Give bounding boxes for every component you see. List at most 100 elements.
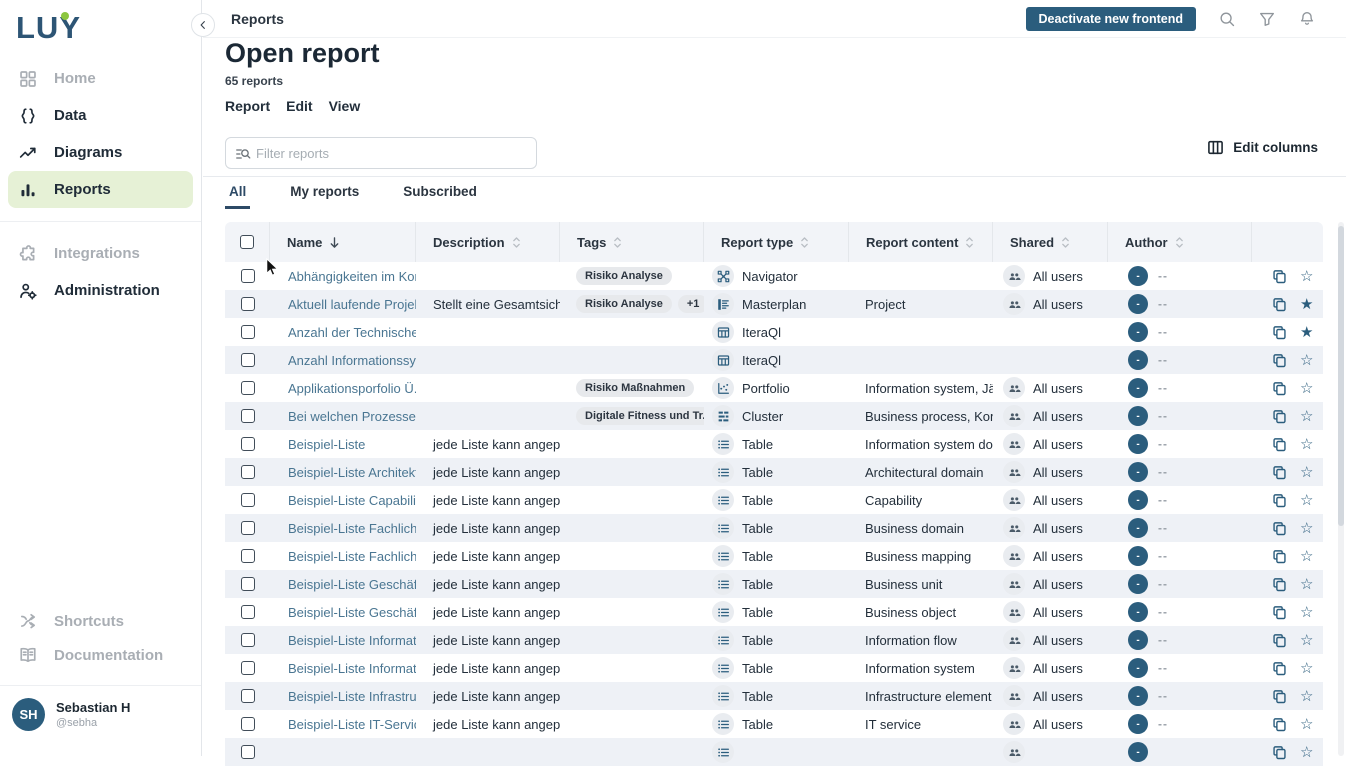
sidebar-item-home[interactable]: Home (8, 60, 193, 97)
deactivate-new-frontend-button[interactable]: Deactivate new frontend (1026, 7, 1196, 31)
report-name-link[interactable]: Beispiel-Liste Fachlich... (288, 549, 416, 564)
sidebar-item-diagrams[interactable]: Diagrams (8, 134, 193, 171)
star-outline-icon[interactable]: ☆ (1300, 493, 1313, 508)
report-name-link[interactable]: Beispiel-Liste Informati... (288, 661, 416, 676)
row-checkbox[interactable] (241, 381, 255, 395)
sidebar-item-documentation[interactable]: Documentation (8, 638, 193, 672)
sidebar-item-shortcuts[interactable]: Shortcuts (8, 604, 193, 638)
star-outline-icon[interactable]: ☆ (1300, 353, 1313, 368)
report-name-link[interactable]: Beispiel-Liste IT-Servic... (288, 717, 416, 732)
edit-columns-button[interactable]: Edit columns (1207, 139, 1318, 156)
sort-icon[interactable] (512, 236, 521, 249)
star-outline-icon[interactable]: ☆ (1300, 577, 1313, 592)
sort-icon[interactable] (800, 236, 809, 249)
star-outline-icon[interactable]: ☆ (1300, 269, 1313, 284)
report-name-link[interactable]: Beispiel-Liste Infrastru... (288, 689, 416, 704)
copy-icon[interactable] (1272, 717, 1287, 732)
sidebar-item-data[interactable]: Data (8, 97, 193, 134)
tab-my-reports[interactable]: My reports (286, 177, 363, 209)
star-outline-icon[interactable]: ☆ (1300, 409, 1313, 424)
report-name-link[interactable]: Beispiel-Liste Informati... (288, 633, 416, 648)
row-checkbox[interactable] (241, 717, 255, 731)
menu-edit[interactable]: Edit (286, 98, 312, 114)
row-checkbox[interactable] (241, 437, 255, 451)
copy-icon[interactable] (1272, 493, 1287, 508)
report-name-link[interactable]: Bei welchen Prozessen... (288, 409, 416, 424)
scrollbar-thumb[interactable] (1338, 226, 1344, 526)
row-checkbox[interactable] (241, 745, 255, 759)
report-name-link[interactable]: Beispiel-Liste Fachlich... (288, 521, 416, 536)
row-checkbox[interactable] (241, 325, 255, 339)
star-outline-icon[interactable]: ☆ (1300, 717, 1313, 732)
sidebar-item-reports[interactable]: Reports (8, 171, 193, 208)
star-outline-icon[interactable]: ☆ (1300, 745, 1313, 760)
star-outline-icon[interactable]: ☆ (1300, 521, 1313, 536)
sort-desc-icon[interactable] (329, 236, 340, 249)
copy-icon[interactable] (1272, 465, 1287, 480)
report-name-link[interactable]: Anzahl der Technische... (288, 325, 416, 340)
user-profile[interactable]: SH Sebastian H @sebha (12, 698, 130, 731)
copy-icon[interactable] (1272, 605, 1287, 620)
select-all-checkbox[interactable] (240, 235, 254, 249)
sort-icon[interactable] (1175, 236, 1184, 249)
tab-subscribed[interactable]: Subscribed (399, 177, 481, 209)
copy-icon[interactable] (1272, 409, 1287, 424)
report-name-link[interactable]: Beispiel-Liste (288, 437, 365, 452)
copy-icon[interactable] (1272, 521, 1287, 536)
copy-icon[interactable] (1272, 633, 1287, 648)
report-name-link[interactable]: Applikationsporfolio Ü... (288, 381, 416, 396)
star-outline-icon[interactable]: ☆ (1300, 661, 1313, 676)
star-filled-icon[interactable]: ★ (1300, 297, 1313, 312)
search-icon[interactable] (1218, 10, 1236, 28)
row-checkbox[interactable] (241, 689, 255, 703)
sidebar-collapse-button[interactable] (191, 13, 215, 37)
row-checkbox[interactable] (241, 409, 255, 423)
star-outline-icon[interactable]: ☆ (1300, 605, 1313, 620)
row-checkbox[interactable] (241, 297, 255, 311)
copy-icon[interactable] (1272, 381, 1287, 396)
sort-icon[interactable] (1061, 236, 1070, 249)
star-outline-icon[interactable]: ☆ (1300, 549, 1313, 564)
row-checkbox[interactable] (241, 521, 255, 535)
star-outline-icon[interactable]: ☆ (1300, 437, 1313, 452)
copy-icon[interactable] (1272, 745, 1287, 760)
sort-icon[interactable] (965, 236, 974, 249)
star-outline-icon[interactable]: ☆ (1300, 633, 1313, 648)
report-name-link[interactable]: Anzahl Informationssy... (288, 353, 416, 368)
copy-icon[interactable] (1272, 661, 1287, 676)
sidebar-item-administration[interactable]: Administration (8, 272, 193, 309)
menu-report[interactable]: Report (225, 98, 270, 114)
row-checkbox[interactable] (241, 661, 255, 675)
report-name-link[interactable]: Beispiel-Liste Geschäft... (288, 577, 416, 592)
copy-icon[interactable] (1272, 689, 1287, 704)
report-name-link[interactable]: Aktuell laufende Projek... (288, 297, 416, 312)
copy-icon[interactable] (1272, 269, 1287, 284)
sidebar-item-integrations[interactable]: Integrations (8, 235, 193, 272)
copy-icon[interactable] (1272, 325, 1287, 340)
filter-reports-input[interactable] (256, 139, 530, 167)
row-checkbox[interactable] (241, 269, 255, 283)
row-checkbox[interactable] (241, 353, 255, 367)
report-name-link[interactable]: Beispiel-Liste Architekt... (288, 465, 416, 480)
row-checkbox[interactable] (241, 465, 255, 479)
report-name-link[interactable]: Abhängigkeiten im Kon... (288, 269, 416, 284)
sort-icon[interactable] (613, 236, 622, 249)
row-checkbox[interactable] (241, 605, 255, 619)
tab-all[interactable]: All (225, 177, 250, 209)
copy-icon[interactable] (1272, 577, 1287, 592)
star-outline-icon[interactable]: ☆ (1300, 381, 1313, 396)
menu-view[interactable]: View (329, 98, 361, 114)
bell-icon[interactable] (1298, 10, 1316, 28)
row-checkbox[interactable] (241, 577, 255, 591)
row-checkbox[interactable] (241, 493, 255, 507)
row-checkbox[interactable] (241, 633, 255, 647)
report-name-link[interactable]: Beispiel-Liste Capability (288, 493, 416, 508)
row-checkbox[interactable] (241, 549, 255, 563)
copy-icon[interactable] (1272, 297, 1287, 312)
star-outline-icon[interactable]: ☆ (1300, 465, 1313, 480)
copy-icon[interactable] (1272, 549, 1287, 564)
filter-icon[interactable] (1258, 10, 1276, 28)
copy-icon[interactable] (1272, 437, 1287, 452)
star-filled-icon[interactable]: ★ (1300, 325, 1313, 340)
copy-icon[interactable] (1272, 353, 1287, 368)
